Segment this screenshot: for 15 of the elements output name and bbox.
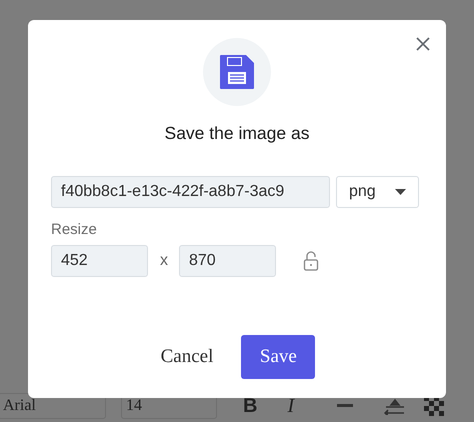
filename-field[interactable]: f40bb8c1-e13c-422f-a8b7-3ac9 (51, 176, 330, 208)
line-height-icon[interactable] (384, 397, 406, 415)
save-button[interactable]: Save (241, 335, 316, 379)
format-dropdown[interactable]: png (336, 176, 419, 208)
unlock-icon[interactable] (303, 251, 319, 271)
dimension-separator: x (160, 252, 168, 270)
caret-icon (395, 189, 406, 195)
height-field[interactable]: 870 (179, 245, 276, 277)
transparency-icon[interactable] (424, 396, 444, 416)
dialog-title: Save the image as (164, 123, 310, 144)
resize-label: Resize (51, 221, 97, 238)
cancel-button[interactable]: Cancel (160, 346, 214, 368)
strikethrough-icon[interactable] (337, 404, 354, 408)
italic-button[interactable]: I (287, 394, 294, 418)
width-field[interactable]: 452 (51, 245, 148, 277)
